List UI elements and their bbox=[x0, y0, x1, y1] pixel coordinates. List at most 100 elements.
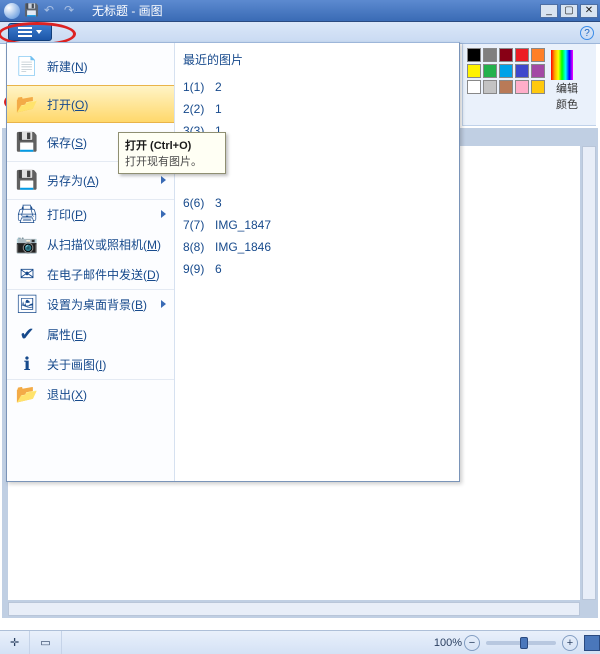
file-menu-recent: 最近的图片 1(1)22(2)13(3)16(6)37(7)IMG_18478(… bbox=[175, 43, 459, 481]
edit-colors-label: 编辑颜色 bbox=[556, 83, 578, 111]
undo-icon[interactable]: ↶ bbox=[44, 3, 60, 19]
zoom-slider[interactable] bbox=[486, 641, 556, 645]
app-icon bbox=[4, 3, 20, 19]
file-menu-button[interactable] bbox=[8, 23, 52, 41]
vertical-scrollbar[interactable] bbox=[582, 146, 596, 600]
color-swatch[interactable] bbox=[531, 48, 545, 62]
email-icon: ✉ bbox=[15, 262, 39, 286]
menu-item-label: 新建(N) bbox=[47, 58, 166, 75]
menu-item-about[interactable]: ℹ关于画图(I) bbox=[7, 349, 174, 379]
zoom-out-button[interactable]: − bbox=[464, 635, 480, 651]
recent-file-index: 9(9) bbox=[183, 262, 207, 276]
color-swatch[interactable] bbox=[467, 48, 481, 62]
menu-icon bbox=[18, 27, 32, 37]
fullscreen-button[interactable] bbox=[584, 635, 600, 651]
ribbon-tab-strip: ? bbox=[0, 22, 600, 44]
recent-file-name: 3 bbox=[215, 196, 222, 210]
menu-item-new[interactable]: 📄 新建(N) bbox=[7, 47, 174, 85]
new-icon: 📄 bbox=[15, 54, 39, 78]
color-swatch[interactable] bbox=[531, 80, 545, 94]
zoom-label: 100% bbox=[434, 637, 462, 649]
ribbon-colors-group: 编辑颜色 bbox=[462, 44, 596, 126]
menu-item-open[interactable]: 📂 打开(O) bbox=[7, 85, 174, 123]
spectrum-icon bbox=[551, 50, 573, 80]
save-icon: 💾 bbox=[15, 130, 39, 154]
about-icon: ℹ bbox=[15, 352, 39, 376]
file-menu-commands: 📄新建(N)📂打开(O)💾保存(S)💾另存为(A)🖨打印(P)📷从扫描仪或照相机… bbox=[7, 43, 175, 481]
recent-file-item[interactable]: 6(6) 3 bbox=[183, 192, 451, 214]
recent-file-name: 2 bbox=[215, 80, 222, 94]
menu-item-scanner[interactable]: 📷 从扫描仪或照相机(M) bbox=[7, 229, 174, 259]
color-swatch[interactable] bbox=[483, 48, 497, 62]
recent-file-name: 1 bbox=[215, 102, 222, 116]
recent-file-item[interactable]: 7(7) IMG_1847 bbox=[183, 214, 451, 236]
close-button[interactable]: ✕ bbox=[580, 4, 598, 18]
recent-file-name: IMG_1847 bbox=[215, 218, 271, 232]
menu-item-label: 属性(E) bbox=[47, 326, 166, 343]
zoom-in-button[interactable]: + bbox=[562, 635, 578, 651]
color-swatch[interactable] bbox=[515, 64, 529, 78]
saveas-icon: 💾 bbox=[15, 168, 39, 192]
color-swatch[interactable] bbox=[467, 64, 481, 78]
recent-file-item[interactable]: 9(9) 6 bbox=[183, 258, 451, 280]
chevron-down-icon bbox=[36, 30, 42, 34]
tooltip-open: 打开 (Ctrl+O) 打开现有图片。 bbox=[118, 132, 226, 174]
color-swatch[interactable] bbox=[467, 80, 481, 94]
recent-file-name: 6 bbox=[215, 262, 222, 276]
print-icon: 🖨 bbox=[15, 202, 39, 226]
color-swatch[interactable] bbox=[499, 80, 513, 94]
color-swatch[interactable] bbox=[515, 48, 529, 62]
recent-file-name: IMG_1846 bbox=[215, 240, 271, 254]
menu-item-email[interactable]: ✉ 在电子邮件中发送(D) bbox=[7, 259, 174, 289]
chevron-right-icon bbox=[161, 300, 166, 308]
minimize-button[interactable]: _ bbox=[540, 4, 558, 18]
tooltip-body: 打开现有图片。 bbox=[125, 156, 202, 168]
chevron-right-icon bbox=[161, 176, 166, 184]
menu-item-label: 在电子邮件中发送(D) bbox=[47, 266, 166, 283]
color-swatch[interactable] bbox=[499, 48, 513, 62]
color-swatch[interactable] bbox=[515, 80, 529, 94]
menu-item-props[interactable]: ✔ 属性(E) bbox=[7, 319, 174, 349]
recent-file-item[interactable]: 1(1) 2 bbox=[183, 76, 451, 98]
menu-item-label: 设置为桌面背景(B) bbox=[47, 296, 153, 313]
redo-icon[interactable]: ↷ bbox=[64, 3, 80, 19]
color-swatch[interactable] bbox=[483, 80, 497, 94]
recent-files-list: 1(1)22(2)13(3)16(6)37(7)IMG_18478(8)IMG_… bbox=[183, 76, 451, 280]
status-selection: ▭ bbox=[30, 631, 61, 654]
status-bar: ✛ ▭ 100% − + bbox=[0, 630, 600, 654]
recent-file-item[interactable]: 8(8) IMG_1846 bbox=[183, 236, 451, 258]
open-icon: 📂 bbox=[15, 92, 39, 116]
menu-item-label: 打印(P) bbox=[47, 206, 153, 223]
scanner-icon: 📷 bbox=[15, 232, 39, 256]
recent-file-item[interactable]: 2(2) 1 bbox=[183, 98, 451, 120]
zoom-thumb[interactable] bbox=[520, 637, 528, 649]
edit-colors-button[interactable]: 编辑颜色 bbox=[551, 48, 583, 112]
recent-file-index: 8(8) bbox=[183, 240, 207, 254]
title-bar: 💾 ↶ ↷ 无标题 - 画图 _ ▢ ✕ bbox=[0, 0, 600, 22]
help-icon[interactable]: ? bbox=[580, 26, 594, 40]
recent-file-index: 6(6) bbox=[183, 196, 207, 210]
wallpaper-icon: 🖼 bbox=[15, 292, 39, 316]
chevron-right-icon bbox=[161, 210, 166, 218]
menu-item-label: 从扫描仪或照相机(M) bbox=[47, 236, 166, 253]
menu-item-wallpaper[interactable]: 🖼 设置为桌面背景(B) bbox=[7, 289, 174, 319]
window-controls: _ ▢ ✕ bbox=[538, 4, 598, 18]
quick-access-toolbar: 💾 ↶ ↷ bbox=[4, 3, 80, 19]
color-swatch[interactable] bbox=[531, 64, 545, 78]
recent-files-heading: 最近的图片 bbox=[183, 49, 451, 76]
save-icon[interactable]: 💾 bbox=[24, 3, 40, 19]
menu-item-label: 打开(O) bbox=[47, 96, 166, 113]
color-swatch[interactable] bbox=[483, 64, 497, 78]
recent-file-index: 7(7) bbox=[183, 218, 207, 232]
horizontal-scrollbar[interactable] bbox=[8, 602, 580, 616]
exit-icon: 📂 bbox=[15, 382, 39, 406]
menu-item-exit[interactable]: 📂 退出(X) bbox=[7, 379, 174, 409]
props-icon: ✔ bbox=[15, 322, 39, 346]
maximize-button[interactable]: ▢ bbox=[560, 4, 578, 18]
menu-item-print[interactable]: 🖨 打印(P) bbox=[7, 199, 174, 229]
recent-file-index: 2(2) bbox=[183, 102, 207, 116]
recent-file-index: 1(1) bbox=[183, 80, 207, 94]
color-swatch[interactable] bbox=[499, 64, 513, 78]
color-palette[interactable] bbox=[467, 48, 545, 94]
menu-item-label: 退出(X) bbox=[47, 386, 166, 403]
